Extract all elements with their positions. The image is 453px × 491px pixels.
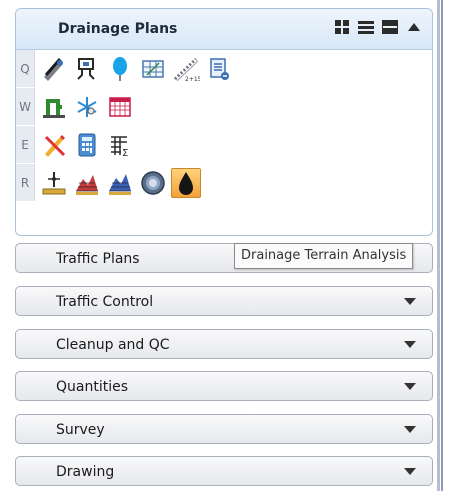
svg-text:2+15: 2+15 [185, 76, 200, 83]
row-letter: R [16, 164, 35, 201]
group-traffic-control[interactable]: Traffic Control [15, 286, 433, 316]
group-title: Drainage Plans [58, 21, 178, 37]
profile-measure-icon[interactable]: 2+15 [171, 54, 201, 84]
scrollbar-track[interactable] [437, 0, 440, 491]
group-label: Quantities [56, 379, 129, 395]
drainage-terrain-icon[interactable] [171, 167, 201, 198]
report-icon[interactable] [204, 54, 234, 84]
chevron-down-icon [404, 298, 416, 305]
tooltip: Drainage Terrain Analysis [234, 243, 414, 269]
tool-row-r: R [16, 164, 432, 201]
list-view-icon[interactable] [358, 19, 374, 35]
terrain-profile-icon[interactable] [72, 168, 102, 198]
chevron-down-icon [404, 341, 416, 348]
group-cleanup-and-qc[interactable]: Cleanup and QC [15, 329, 433, 359]
calendar-grid-icon[interactable] [105, 92, 135, 122]
group-quantities[interactable]: Quantities [15, 371, 433, 401]
group-header[interactable]: Drainage Plans [16, 9, 432, 50]
pipe-tool-icon[interactable] [39, 54, 69, 84]
group-label: Survey [56, 422, 105, 438]
group-label: Cleanup and QC [56, 337, 170, 353]
group-label: Traffic Control [56, 294, 154, 310]
pipe-network-icon[interactable] [39, 92, 69, 122]
row-letter: Q [16, 50, 35, 87]
tool-row-e: E Σ [16, 126, 432, 163]
group-drawing[interactable]: Drawing [15, 456, 433, 486]
sum-table-icon[interactable]: Σ [105, 130, 135, 160]
chevron-down-icon [404, 468, 416, 475]
group-label: Drawing [56, 464, 115, 480]
tool-row-q: Q 2+15 [16, 50, 432, 87]
group-label: Traffic Plans [56, 251, 140, 267]
globe-circle-icon[interactable] [138, 168, 168, 198]
row-letter: W [16, 88, 35, 125]
balloon-icon[interactable] [105, 54, 135, 84]
group-survey[interactable]: Survey [15, 414, 433, 444]
full-view-icon[interactable] [382, 19, 398, 35]
svg-text:Σ: Σ [122, 148, 128, 159]
tool-row-w: W [16, 88, 432, 125]
pencil-eraser-icon[interactable] [39, 130, 69, 160]
scrollbar-edge [441, 0, 443, 491]
chevron-down-icon [404, 426, 416, 433]
drainage-tools-panel: Drainage Plans Q 2+15 W E Σ R Traffic Pl… [0, 0, 453, 491]
survey-point-icon[interactable] [39, 168, 69, 198]
group-drainage-plans: Drainage Plans Q 2+15 W E Σ R [15, 8, 433, 236]
calculator-icon[interactable] [72, 130, 102, 160]
grid-table-icon[interactable] [138, 54, 168, 84]
collapse-up-icon[interactable] [406, 19, 422, 35]
grid-view-icon[interactable] [334, 19, 350, 35]
snowflake-icon[interactable] [72, 92, 102, 122]
structure-tool-icon[interactable] [72, 54, 102, 84]
chevron-down-icon [404, 383, 416, 390]
terrain-profile-2-icon[interactable] [105, 168, 135, 198]
row-letter: E [16, 126, 35, 163]
